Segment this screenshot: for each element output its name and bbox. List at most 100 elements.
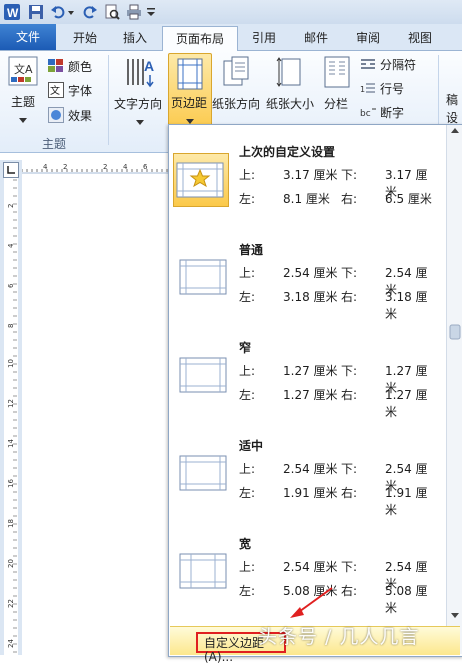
ruler-tick-label: 4 (43, 163, 48, 171)
breaks-label: 分隔符 (380, 58, 417, 72)
breaks-button[interactable]: 分隔符 (358, 55, 430, 73)
bottom-label: 下: (341, 266, 358, 280)
svg-text:文A: 文A (14, 62, 33, 76)
margin-option[interactable]: 适中 上: 2.54 厘米 下: 2.54 厘米 左: 1.91 厘米 右: 1.91 厘米 (169, 427, 445, 523)
top-value: 3.17 厘米 (283, 168, 338, 182)
margins-label: 页边距 (171, 96, 208, 110)
margin-preview-icon (177, 357, 229, 393)
size-label: 纸张大小 (266, 97, 315, 111)
line-numbers-label: 行号 (380, 82, 405, 96)
margin-option[interactable]: 窄上: 1.27 厘米 下: 1.27 厘米 左: 1.27 厘米 右: 1.27 厘米 (169, 329, 445, 425)
fonts-icon: 文 (48, 82, 64, 98)
group-separator (108, 55, 109, 145)
orientation-button[interactable]: 纸张方向 (212, 55, 264, 129)
margin-option-title: 窄 (239, 341, 252, 355)
theme-effects-button[interactable]: 效果 (48, 106, 106, 124)
undo-dropdown-icon[interactable] (67, 4, 75, 20)
ruler-tick-label: 2 (103, 163, 107, 171)
document-page[interactable] (22, 174, 170, 655)
tab-view[interactable]: 视图 (398, 26, 442, 50)
margins-button[interactable]: 页边距 (168, 53, 212, 133)
tab-home[interactable]: 开始 (62, 26, 108, 50)
undo-icon[interactable] (50, 4, 66, 20)
margin-option-title: 普通 (239, 243, 264, 257)
margins-dropdown-menu: 上次的自定义设置 上: 3.17 厘米 下: 3.17 厘米 左: 8.1 厘米 右: 6.5 … (168, 124, 462, 664)
print-preview-icon[interactable] (104, 4, 120, 20)
word-logo-icon[interactable]: W (4, 4, 20, 20)
paper-size-icon (276, 57, 301, 87)
top-label: 上: (239, 364, 256, 378)
top-label: 上: (239, 168, 256, 182)
margin-option[interactable]: 普通 上: 2.54 厘米 下: 2.54 厘米 左: 3.18 厘米 右: 3.18 厘米 (169, 231, 445, 327)
top-label: 上: (239, 462, 256, 476)
columns-icon (324, 56, 350, 88)
top-value: 2.54 厘米 (283, 560, 338, 574)
themes-dropdown-icon (19, 113, 27, 123)
size-button[interactable]: 纸张大小 (266, 55, 318, 129)
text-direction-button[interactable]: A 文字方向 (114, 55, 166, 129)
ruler-tick-label: 16 (7, 479, 15, 488)
svg-text:文: 文 (50, 84, 60, 97)
margins-icon (177, 58, 203, 90)
right-label: 右: (341, 388, 358, 402)
theme-colors-button[interactable]: 颜色 (48, 57, 106, 75)
text-direction-icon: A (127, 58, 154, 88)
left-label: 左: (239, 584, 256, 598)
ruler-tick-label: 2 (7, 204, 15, 208)
left-value: 3.18 厘米 (283, 290, 338, 304)
redo-icon[interactable] (82, 4, 98, 20)
left-label: 左: (239, 192, 256, 206)
margin-option[interactable]: 上次的自定义设置 上: 3.17 厘米 下: 3.17 厘米 左: 8.1 厘米 右: 6.5 … (169, 133, 445, 229)
right-value: 3.18 厘米 (385, 290, 428, 321)
ruler-tick-label: 22 (7, 599, 15, 608)
ruler-tick-label: 4 (7, 243, 15, 248)
fonts-label: 字体 (68, 84, 93, 98)
svg-text:1: 1 (360, 85, 365, 94)
tab-selector-icon[interactable] (3, 162, 19, 178)
colors-label: 颜色 (68, 60, 93, 74)
customize-icon[interactable] (146, 4, 156, 20)
theme-fonts-button[interactable]: 文 字体 (48, 81, 106, 99)
ruler-tick-label: 18 (7, 519, 15, 528)
ruler-tick-label: 20 (7, 559, 15, 568)
margin-preview-icon (177, 553, 229, 589)
themes-button[interactable]: 文A 主题 (6, 55, 40, 127)
left-label: 左: (239, 388, 256, 402)
effects-label: 效果 (68, 109, 93, 123)
print-icon[interactable] (126, 4, 142, 20)
ruler-tick-label: 12 (7, 399, 15, 408)
ruler-tick-label: 4 (123, 163, 128, 171)
ruler-tick-label: 8 (7, 324, 15, 328)
annotation-arrow-icon (290, 587, 333, 618)
margin-option-title: 宽 (239, 537, 252, 551)
line-numbers-icon: 1 (360, 83, 375, 94)
left-value: 1.27 厘米 (283, 388, 338, 402)
top-value: 2.54 厘米 (283, 266, 338, 280)
top-value: 1.27 厘米 (283, 364, 338, 378)
tab-mailings[interactable]: 邮件 (294, 26, 338, 50)
tab-page-layout[interactable]: 页面布局 (162, 26, 238, 52)
right-label: 右: (341, 290, 358, 304)
tab-references[interactable]: 引用 (242, 26, 286, 50)
text-direction-dropdown-icon (136, 115, 144, 129)
watermark-text: 头条号 / 几人几言 (258, 626, 420, 648)
right-label: 右: (341, 486, 358, 500)
left-value: 8.1 厘米 (283, 192, 330, 206)
scroll-down-icon (451, 613, 459, 618)
top-value: 2.54 厘米 (283, 462, 338, 476)
tab-review[interactable]: 审阅 (346, 26, 390, 50)
tab-file[interactable]: 文件 (0, 24, 56, 50)
right-value: 5.08 厘米 (385, 584, 428, 615)
menu-scrollbar[interactable] (446, 125, 462, 654)
breaks-icon (361, 59, 375, 69)
hyphenation-button[interactable]: bc 断字 (358, 103, 430, 121)
orientation-label: 纸张方向 (212, 97, 261, 111)
themes-group-label: 主题 (42, 137, 67, 151)
line-numbers-button[interactable]: 1 行号 (358, 79, 430, 97)
ruler-tick-label: 2 (63, 163, 67, 171)
save-icon[interactable] (28, 4, 44, 20)
scroll-thumb (449, 324, 461, 340)
ruler-tick-label: 6 (143, 163, 148, 171)
columns-button[interactable]: 分栏 (320, 55, 356, 129)
tab-insert[interactable]: 插入 (112, 26, 158, 50)
